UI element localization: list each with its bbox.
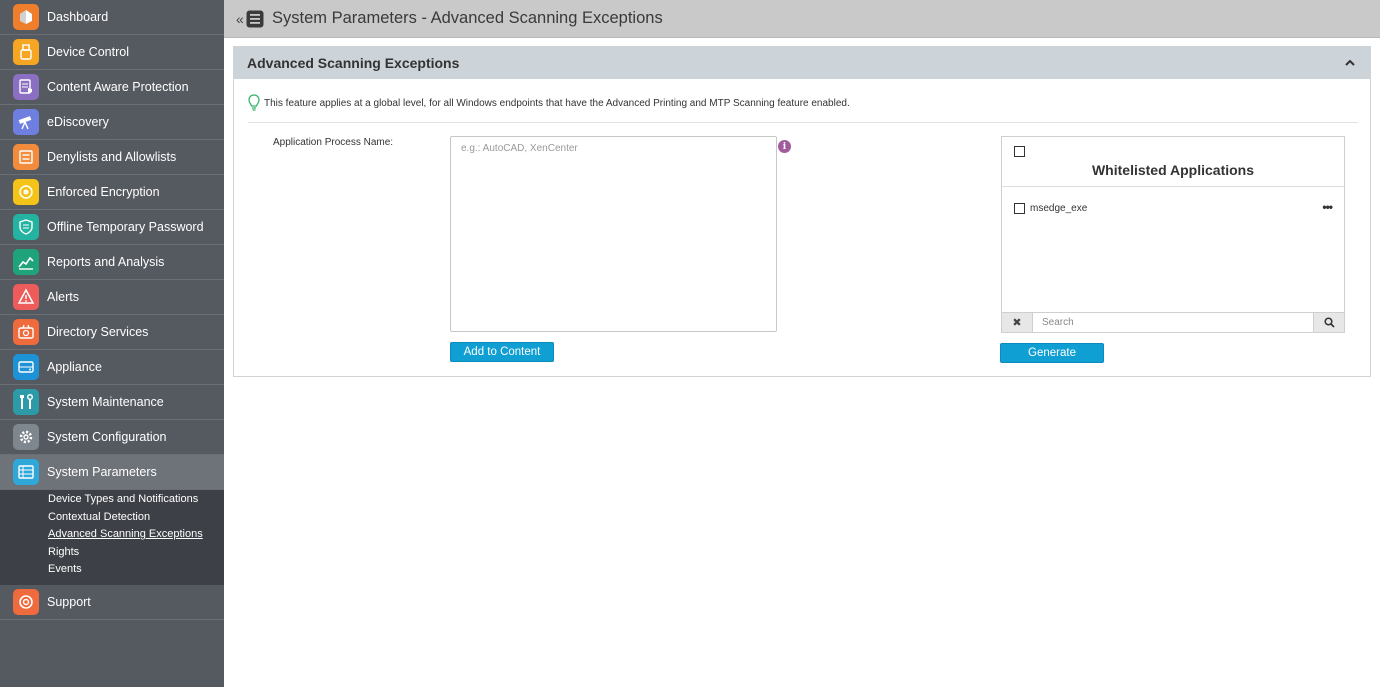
whitelist-title: Whitelisted Applications: [1091, 162, 1255, 178]
dashboard-icon: [13, 4, 39, 30]
whitelist-search-input[interactable]: [1033, 313, 1313, 332]
sidebar-item-content-aware-protection[interactable]: Content Aware Protection: [0, 70, 224, 105]
sidebar-item-label: System Maintenance: [47, 395, 164, 409]
submenu-item-device-types-and-notifications[interactable]: Device Types and Notifications: [0, 491, 224, 509]
alert-icon: [13, 284, 39, 310]
directory-icon: [13, 319, 39, 345]
password-icon: [13, 214, 39, 240]
sidebar-item-label: Support: [47, 594, 91, 609]
select-all-checkbox[interactable]: [1014, 146, 1025, 157]
chevron-up-icon[interactable]: [1344, 57, 1356, 69]
sidebar-item-system-parameters[interactable]: System Parameters: [0, 455, 224, 490]
sidebar-item-device-control[interactable]: Device Control: [0, 35, 224, 70]
parameters-icon: [13, 459, 39, 485]
tools-icon: [13, 389, 39, 415]
whitelist-header: Whitelisted Applications: [1002, 137, 1344, 187]
document-shield-icon: [13, 74, 39, 100]
sidebar-item-label: Reports and Analysis: [47, 255, 165, 269]
sidebar-item-denylists-and-allowlists[interactable]: Denylists and Allowlists: [0, 140, 224, 175]
parameters-icon: [246, 10, 264, 27]
sidebar-item-label: System Parameters: [47, 465, 157, 479]
info-line: This feature applies at a global level, …: [248, 94, 850, 112]
sidebar-item-system-configuration[interactable]: System Configuration: [0, 420, 224, 455]
sidebar-item-label: Device Control: [47, 45, 129, 59]
whitelist-items: msedge_exe •••: [1002, 197, 1344, 219]
generate-button[interactable]: Generate: [1000, 343, 1104, 363]
info-text: This feature applies at a global level, …: [264, 97, 850, 109]
submenu-item-rights[interactable]: Rights: [0, 544, 224, 562]
sidebar-item-label: eDiscovery: [47, 115, 109, 129]
sidebar-item-support[interactable]: Support: [0, 585, 224, 620]
clear-search-button[interactable]: ✖: [1002, 313, 1033, 332]
panel-title: Advanced Scanning Exceptions: [247, 55, 460, 71]
sidebar-item-alerts[interactable]: Alerts: [0, 280, 224, 315]
sidebar-item-label: Appliance: [47, 360, 102, 374]
gear-icon: [13, 424, 39, 450]
whitelisted-applications-list: Whitelisted Applications msedge_exe •••: [1001, 136, 1345, 312]
sidebar-item-label: Content Aware Protection: [47, 80, 189, 94]
sidebar-item-label: Enforced Encryption: [47, 185, 160, 199]
sidebar-item-reports-and-analysis[interactable]: Reports and Analysis: [0, 245, 224, 280]
item-checkbox[interactable]: [1014, 202, 1025, 214]
sidebar-collapse-toggle[interactable]: «: [236, 11, 246, 27]
search-button[interactable]: [1313, 313, 1344, 332]
sidebar-item-enforced-encryption[interactable]: Enforced Encryption: [0, 175, 224, 210]
info-icon[interactable]: i: [778, 140, 791, 153]
sidebar-item-label: Alerts: [47, 290, 79, 304]
more-options-icon[interactable]: •••: [1322, 200, 1333, 214]
sidebar-item-label: System Configuration: [47, 430, 167, 444]
sidebar-item-label: Offline Temporary Password: [47, 220, 204, 234]
app-name: msedge_exe: [1030, 202, 1088, 214]
lock-icon: [13, 179, 39, 205]
application-process-label: Application Process Name:: [273, 137, 394, 148]
appliance-icon: [13, 354, 39, 380]
sidebar-item-offline-temporary-password[interactable]: Offline Temporary Password: [0, 210, 224, 245]
application-process-input[interactable]: [450, 136, 777, 332]
sidebar-item-label: Directory Services: [47, 325, 149, 339]
sidebar-item-ediscovery[interactable]: eDiscovery: [0, 105, 224, 140]
list-item: msedge_exe •••: [1002, 197, 1344, 219]
lightbulb-icon: [248, 94, 260, 111]
submenu-item-events[interactable]: Events: [0, 561, 224, 579]
search-icon: [1323, 317, 1335, 328]
sidebar-nav: Dashboard Device Control Content Aware Pro…: [0, 0, 224, 620]
chart-icon: [13, 249, 39, 275]
add-to-content-button[interactable]: Add to Content: [450, 342, 554, 362]
panel-header: Advanced Scanning Exceptions: [234, 47, 1370, 79]
list-icon: [13, 144, 39, 170]
sidebar-item-dashboard[interactable]: Dashboard: [0, 0, 224, 35]
sidebar-item-directory-services[interactable]: Directory Services: [0, 315, 224, 350]
advanced-scanning-panel: Advanced Scanning Exceptions This featur…: [233, 46, 1371, 377]
system-parameters-submenu: Device Types and Notifications Contextual…: [0, 490, 224, 585]
page-title: System Parameters - Advanced Scanning Ex…: [272, 9, 663, 27]
page-header: « System Parameters - Advanced Scanning …: [224, 0, 1380, 38]
sidebar-item-label: Dashboard: [47, 10, 109, 24]
submenu-item-contextual-detection[interactable]: Contextual Detection: [0, 509, 224, 527]
usb-icon: [13, 39, 39, 65]
sidebar-item-label: Denylists and Allowlists: [47, 150, 177, 164]
telescope-icon: [13, 109, 39, 135]
submenu-item-advanced-scanning-exceptions[interactable]: Advanced Scanning Exceptions: [0, 526, 224, 544]
support-icon: [13, 588, 39, 615]
divider: [248, 122, 1358, 123]
whitelist-search-bar: ✖: [1001, 312, 1345, 333]
sidebar: Dashboard Device Control Content Aware Pro…: [0, 0, 224, 687]
sidebar-item-system-maintenance[interactable]: System Maintenance: [0, 385, 224, 420]
sidebar-item-appliance[interactable]: Appliance: [0, 350, 224, 385]
